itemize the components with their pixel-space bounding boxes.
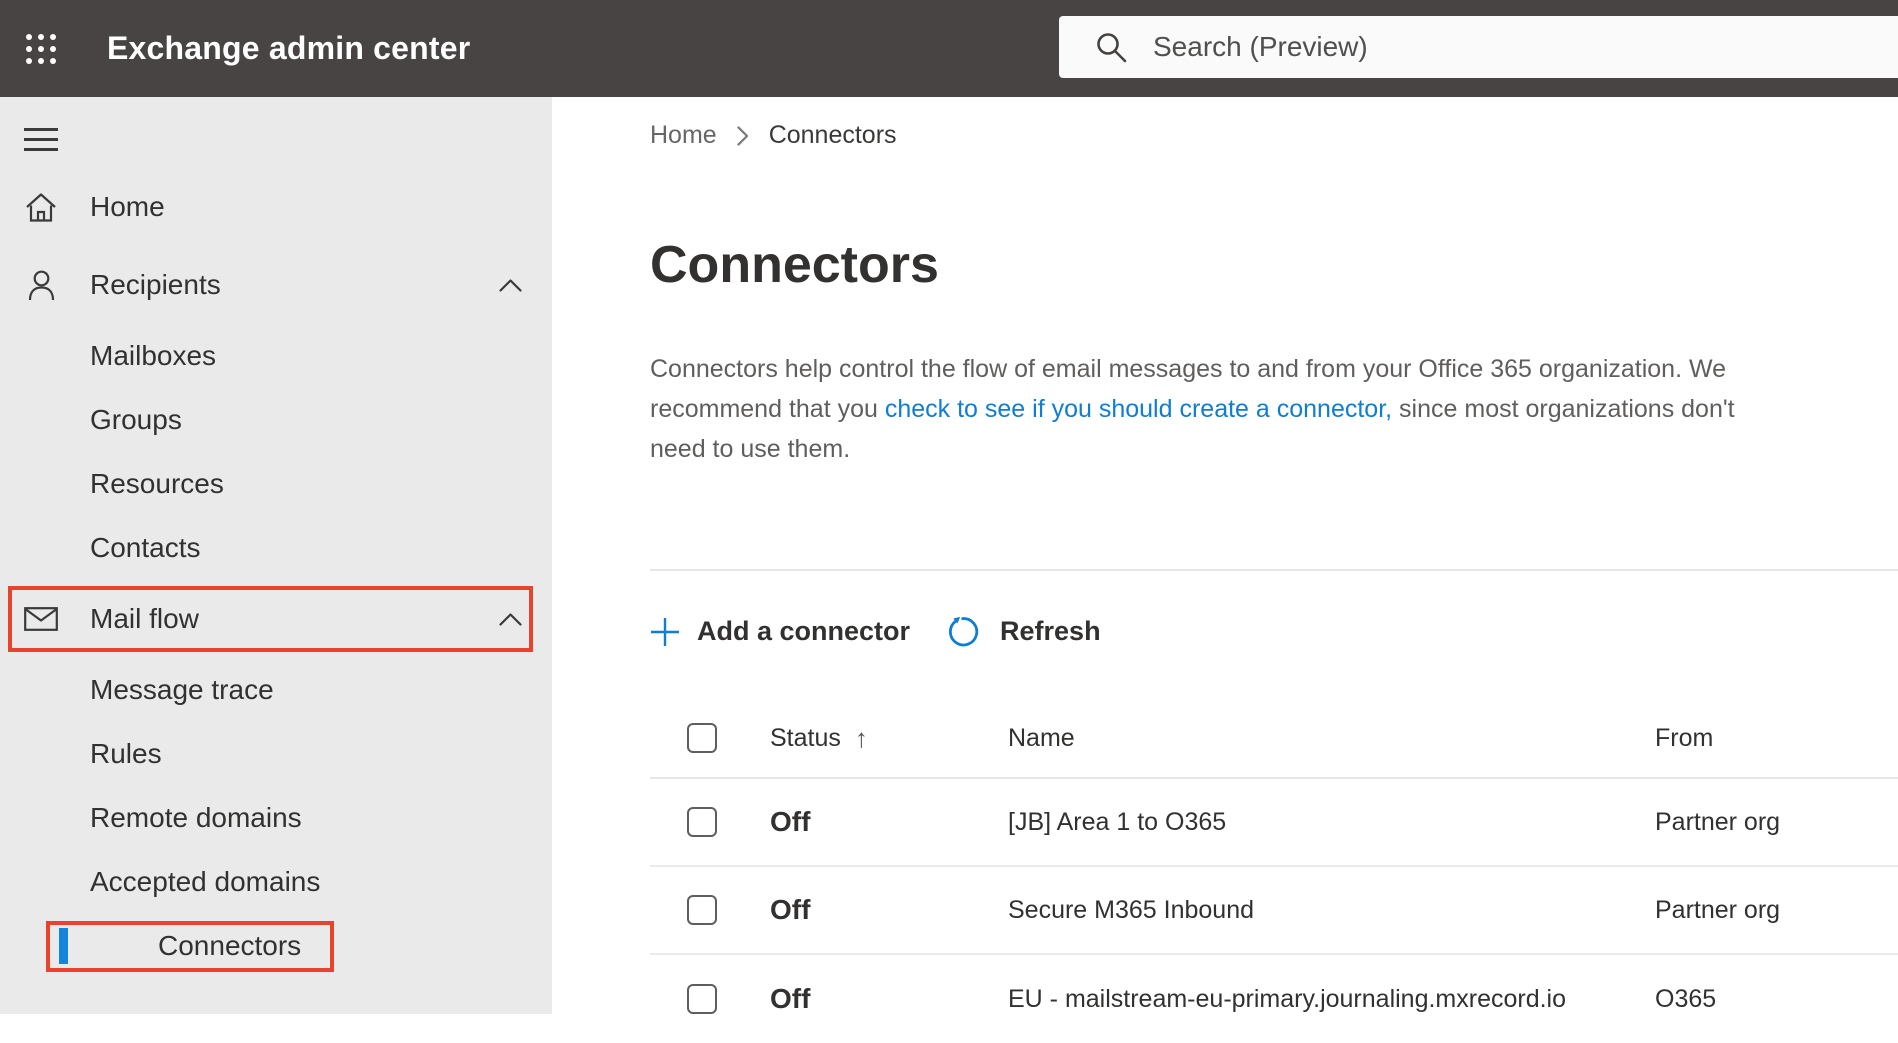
topbar: Exchange admin center Search (Preview): [0, 0, 1898, 97]
connectors-table: Status ↑ Name From Off [JB] Area 1 to O3…: [650, 699, 1898, 1043]
sidebar-item-label: Connectors: [158, 930, 302, 961]
select-all-checkbox[interactable]: [687, 723, 717, 753]
add-connector-label: Add a connector: [697, 616, 911, 646]
sidebar-item-resources[interactable]: Resources: [0, 452, 552, 516]
sidebar-nav: Home Recipients Mailboxes Groups Resourc…: [0, 97, 552, 1014]
refresh-icon: [949, 616, 979, 647]
toolbar: Add a connector Refresh: [650, 613, 1898, 650]
row-checkbox[interactable]: [687, 895, 717, 925]
sidebar-item-label: Mailboxes: [90, 340, 217, 371]
sidebar-item-message-trace[interactable]: Message trace: [0, 658, 552, 722]
refresh-label: Refresh: [1000, 616, 1101, 646]
sidebar-item-home[interactable]: Home: [0, 168, 552, 246]
chevron-up-icon[interactable]: [499, 612, 522, 626]
sidebar-item-label: Rules: [90, 738, 162, 769]
add-connector-button[interactable]: Add a connector: [650, 616, 910, 647]
sidebar-item-label: Recipients: [90, 269, 221, 300]
sidebar-item-label: Message trace: [90, 674, 274, 705]
connector-status: Off: [770, 806, 811, 837]
connector-from: Partner org: [1655, 895, 1781, 924]
table-row[interactable]: Off [JB] Area 1 to O365 Partner org: [650, 779, 1898, 867]
chevron-up-icon[interactable]: [499, 278, 522, 292]
search-input[interactable]: Search (Preview): [1059, 16, 1898, 78]
row-checkbox[interactable]: [687, 807, 717, 837]
breadcrumb-chevron-right-icon: [737, 125, 748, 146]
connector-name[interactable]: EU - mailstream-eu-primary.journaling.mx…: [1008, 985, 1655, 1014]
connector-from: Partner org: [1655, 807, 1781, 836]
sidebar-item-label: Remote domains: [90, 802, 302, 833]
toolbar-divider: [650, 569, 1898, 571]
refresh-button[interactable]: Refresh: [946, 613, 1101, 650]
nav-collapse-hamburger-icon[interactable]: [24, 128, 58, 151]
sidebar-item-label: Groups: [90, 404, 182, 435]
column-header-name[interactable]: Name: [1008, 724, 1655, 753]
sidebar-item-connectors[interactable]: Connectors: [0, 914, 552, 978]
nav-list: Home Recipients Mailboxes Groups Resourc…: [0, 168, 552, 978]
sidebar-item-contacts[interactable]: Contacts: [0, 516, 552, 580]
search-icon: [1097, 33, 1127, 63]
create-connector-check-link[interactable]: check to see if you should create a conn…: [885, 395, 1392, 423]
breadcrumb: Home Connectors: [650, 121, 1898, 150]
column-header-from[interactable]: From: [1655, 724, 1898, 753]
search-placeholder: Search (Preview): [1153, 31, 1368, 62]
mail-icon: [24, 607, 58, 631]
sidebar-item-label: Home: [90, 191, 165, 222]
sidebar-item-label: Resources: [90, 468, 224, 499]
description-line: recommend that you check to see if you s…: [650, 389, 1898, 429]
connector-status: Off: [770, 983, 811, 1014]
plus-icon: [651, 617, 679, 646]
row-checkbox[interactable]: [687, 984, 717, 1014]
annotation-highlight-connectors: Connectors: [46, 920, 334, 972]
sidebar-item-recipients[interactable]: Recipients: [0, 246, 552, 324]
connector-from: O365: [1655, 984, 1717, 1013]
home-icon: [24, 192, 58, 223]
connector-name[interactable]: Secure M365 Inbound: [1008, 896, 1655, 925]
table-row[interactable]: Off EU - mailstream-eu-primary.journalin…: [650, 955, 1898, 1043]
description-text: recommend that you: [650, 395, 885, 423]
sidebar-item-remote-domains[interactable]: Remote domains: [0, 786, 552, 850]
description-line: need to use them.: [650, 435, 851, 463]
connector-status: Off: [770, 894, 811, 925]
table-row[interactable]: Off Secure M365 Inbound Partner org: [650, 867, 1898, 955]
app-title: Exchange admin center: [107, 30, 471, 66]
sidebar-item-groups[interactable]: Groups: [0, 388, 552, 452]
page-description: Connectors help control the flow of emai…: [650, 349, 1898, 469]
sidebar-item-label: Accepted domains: [90, 866, 321, 897]
person-icon: [24, 270, 58, 301]
sort-ascending-arrow-icon: ↑: [854, 722, 868, 753]
sidebar-item-mail-flow[interactable]: Mail flow: [8, 586, 533, 652]
description-text: since most organizations don't: [1392, 395, 1735, 423]
column-header-status[interactable]: Status ↑: [770, 723, 1008, 754]
column-header-label: Name: [1008, 723, 1075, 752]
sidebar-item-label: Mail flow: [90, 603, 199, 634]
app-launcher-waffle-icon[interactable]: [23, 31, 59, 67]
sidebar-item-mailboxes[interactable]: Mailboxes: [0, 324, 552, 388]
main-content: Home Connectors Connectors Connectors he…: [552, 97, 1898, 1014]
column-header-label: Status: [770, 723, 841, 752]
sidebar-item-accepted-domains[interactable]: Accepted domains: [0, 850, 552, 914]
breadcrumb-home-link[interactable]: Home: [650, 121, 717, 150]
column-header-label: From: [1655, 723, 1714, 752]
sidebar-item-rules[interactable]: Rules: [0, 722, 552, 786]
sidebar-item-label: Contacts: [90, 532, 201, 563]
breadcrumb-current: Connectors: [768, 121, 897, 149]
table-header-row: Status ↑ Name From: [650, 699, 1898, 779]
description-line: Connectors help control the flow of emai…: [650, 355, 1727, 383]
page-title: Connectors: [650, 236, 939, 294]
connector-name[interactable]: [JB] Area 1 to O365: [1008, 808, 1655, 837]
selected-indicator: [59, 928, 68, 964]
